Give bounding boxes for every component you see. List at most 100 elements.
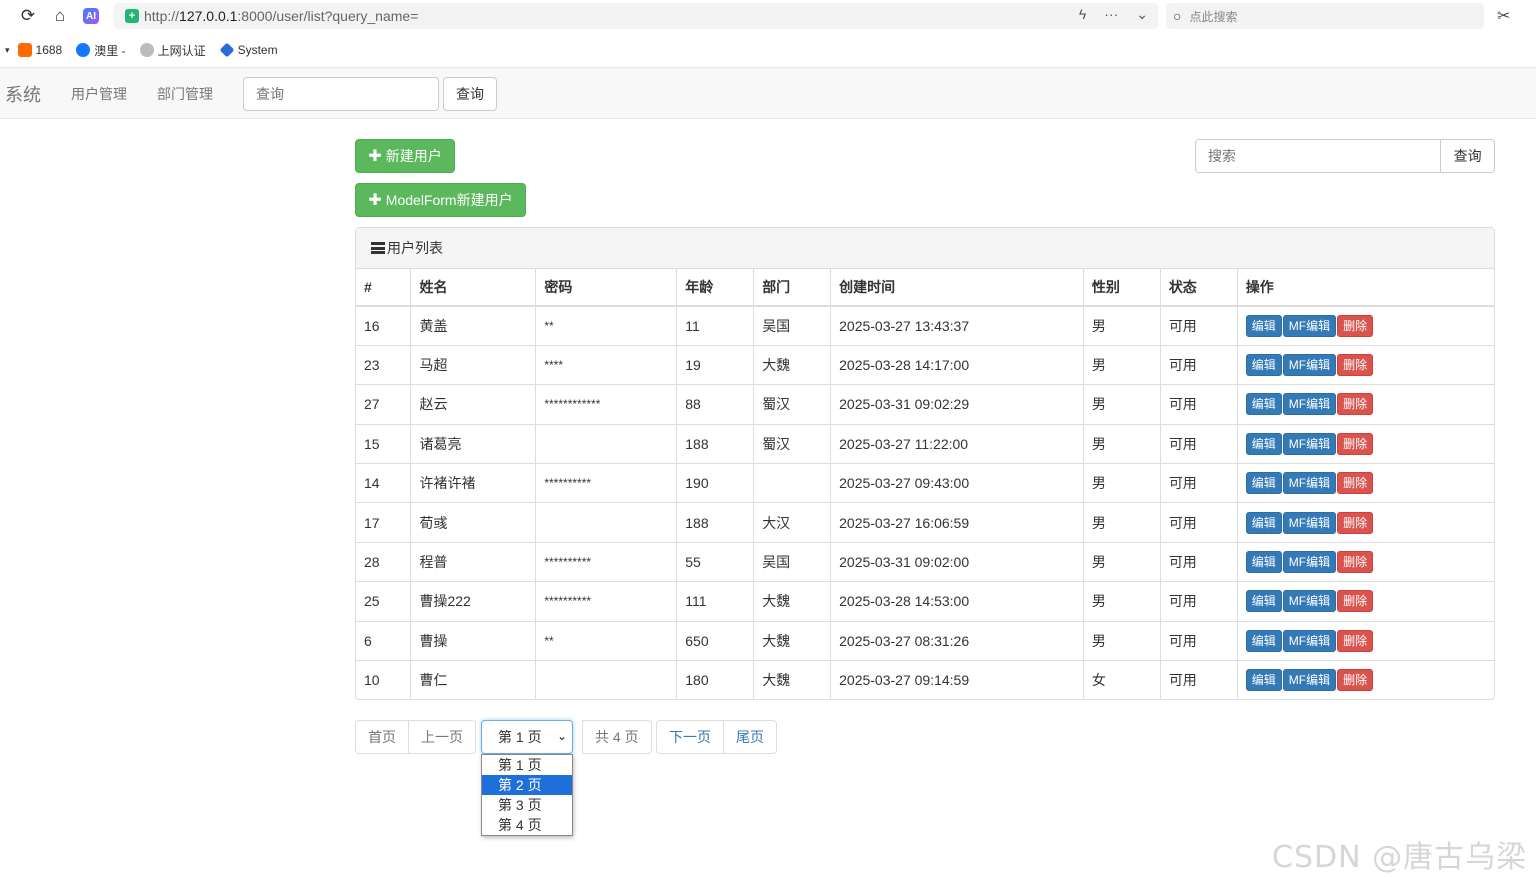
bookmarks-caret-icon[interactable]: ▾ [5,45,10,56]
cell-created: 2025-03-27 11:22:00 [830,423,1084,464]
navbar-search-button[interactable]: 查询 [443,77,497,111]
bookmark-network-auth[interactable]: 上网认证 [139,42,206,59]
column-header: 状态 [1160,269,1238,307]
cell-id: 23 [356,344,412,385]
edit-button[interactable]: 编辑 [1245,472,1282,495]
delete-button[interactable]: 删除 [1337,432,1374,455]
page-option[interactable]: 第 3 页 [482,795,572,815]
column-header: 创建时间 [830,269,1084,307]
cell-gender: 女 [1083,660,1161,700]
nav-user-management[interactable]: 用户管理 [71,84,127,104]
page-select-value: 第 1 页 [498,729,542,745]
edit-button[interactable]: 编辑 [1245,314,1282,337]
cell-age: 88 [676,384,755,425]
mf-edit-button[interactable]: MF编辑 [1282,472,1337,495]
edit-button[interactable]: 编辑 [1245,354,1282,377]
cell-age: 111 [676,581,755,622]
new-user-button[interactable]: ✚ 新建用户 [355,139,455,173]
mf-edit-button[interactable]: MF编辑 [1282,432,1337,455]
table-body: 16 黄盖 ** 11 吴国 2025-03-27 13:43:37 男可用 编辑 MF编辑 删除… [356,305,1494,700]
delete-button[interactable]: 删除 [1337,472,1374,495]
delete-button[interactable]: 删除 [1337,551,1374,574]
mf-edit-button[interactable]: MF编辑 [1282,590,1337,613]
table-row: 10 曹仁 180 大魏 2025-03-27 09:14:59 女可用 编辑 MF编辑 删除 [356,660,1494,700]
lightning-icon[interactable]: ϟ [1079,6,1086,23]
search-icon: ○ [1173,8,1182,24]
page-option[interactable]: 第 4 页 [482,815,572,835]
browser-search-box[interactable]: ○ 点此搜索 [1166,3,1484,29]
edit-button[interactable]: 编辑 [1245,511,1282,534]
mf-edit-button[interactable]: MF编辑 [1282,393,1337,416]
page-last[interactable]: 尾页 [723,720,777,754]
delete-button[interactable]: 删除 [1337,393,1374,416]
page-option[interactable]: 第 2 页 [482,775,572,795]
search-button[interactable]: 查询 [1441,139,1495,173]
delete-button[interactable]: 删除 [1337,511,1374,534]
cell-id: 27 [356,384,412,425]
bookmark-aoli[interactable]: 澳里 - [76,42,126,59]
delete-button[interactable]: 删除 [1337,669,1374,692]
cell-dept: 吴国 [753,541,832,582]
cell-created: 2025-03-31 09:02:29 [830,384,1084,425]
cell-created: 2025-03-28 14:17:00 [830,344,1084,385]
search-input[interactable] [1195,139,1442,173]
column-header: 部门 [753,269,832,307]
edit-button[interactable]: 编辑 [1245,669,1282,692]
cell-actions: 编辑 MF编辑 删除 [1237,581,1494,622]
more-icon[interactable]: ··· [1104,6,1118,23]
cell-name: 程普 [410,541,537,582]
reload-icon[interactable]: ⟳ [17,5,39,27]
navbar-search-input[interactable] [243,77,439,111]
delete-button[interactable]: 删除 [1337,629,1374,652]
edit-button[interactable]: 编辑 [1245,551,1282,574]
ai-icon[interactable]: AI [83,8,99,24]
cell-actions: 编辑 MF编辑 删除 [1237,502,1494,543]
address-bar[interactable]: + http://127.0.0.1:8000/user/list?query_… [114,3,1158,29]
chevron-down-icon[interactable]: ⌄ [1136,6,1148,23]
home-icon[interactable]: ⌂ [49,5,71,27]
table-row: 15 诸葛亮 188 蜀汉 2025-03-27 11:22:00 男可用 编辑 MF编辑 删除 [356,423,1494,464]
cell-password: ********** [535,463,678,503]
edit-button[interactable]: 编辑 [1245,629,1282,652]
mf-edit-button[interactable]: MF编辑 [1282,354,1337,377]
cell-created: 2025-03-27 08:31:26 [830,620,1084,661]
page-select[interactable]: 第 1 页 ⌄ [481,720,573,754]
scissors-icon[interactable]: ✂ [1497,6,1510,26]
bookmark-label: 1688 [35,43,63,57]
bookmark-1688[interactable]: 1688 [17,43,63,57]
cell-actions: 编辑 MF编辑 删除 [1237,423,1494,464]
page-next[interactable]: 下一页 [656,720,724,754]
delete-button[interactable]: 删除 [1337,354,1374,377]
delete-button[interactable]: 删除 [1337,590,1374,613]
cell-name: 曹操222 [410,581,537,622]
cell-created: 2025-03-28 14:53:00 [830,581,1084,622]
table-row: 14 许褚许褚 ********** 190 2025-03-27 09:43:00 男可… [356,463,1494,503]
cell-status: 可用 [1160,541,1238,582]
bookmarks-bar: ▾ 1688 澳里 - 上网认证 System [0,38,1536,62]
bookmark-system[interactable]: System [219,42,278,58]
cell-id: 28 [356,541,412,582]
cell-dept: 蜀汉 [753,423,832,464]
edit-button[interactable]: 编辑 [1245,393,1282,416]
modelform-new-user-button[interactable]: ✚ ModelForm新建用户 [355,183,526,217]
new-user-label: 新建用户 [385,148,442,164]
edit-button[interactable]: 编辑 [1245,590,1282,613]
nav-department-management[interactable]: 部门管理 [157,84,213,104]
mf-edit-button[interactable]: MF编辑 [1282,629,1337,652]
edit-button[interactable]: 编辑 [1245,432,1282,455]
cell-id: 15 [356,423,412,464]
mf-edit-button[interactable]: MF编辑 [1282,551,1337,574]
page-option[interactable]: 第 1 页 [482,755,572,775]
mf-edit-button[interactable]: MF编辑 [1282,511,1337,534]
mf-edit-button[interactable]: MF编辑 [1282,669,1337,692]
cell-id: 6 [356,620,412,661]
page-first[interactable]: 首页 [355,720,409,754]
mf-edit-button[interactable]: MF编辑 [1282,314,1337,337]
cell-actions: 编辑 MF编辑 删除 [1237,620,1494,661]
page-prev[interactable]: 上一页 [408,720,476,754]
table-header-row: # 姓名 密码 年龄 部门 创建时间 性别 状态 操作 [356,269,1494,307]
cell-gender: 男 [1083,581,1161,622]
delete-button[interactable]: 删除 [1337,314,1374,337]
brand-title[interactable]: 系统 [5,81,41,107]
pagination: 首页 上一页 [355,720,476,754]
